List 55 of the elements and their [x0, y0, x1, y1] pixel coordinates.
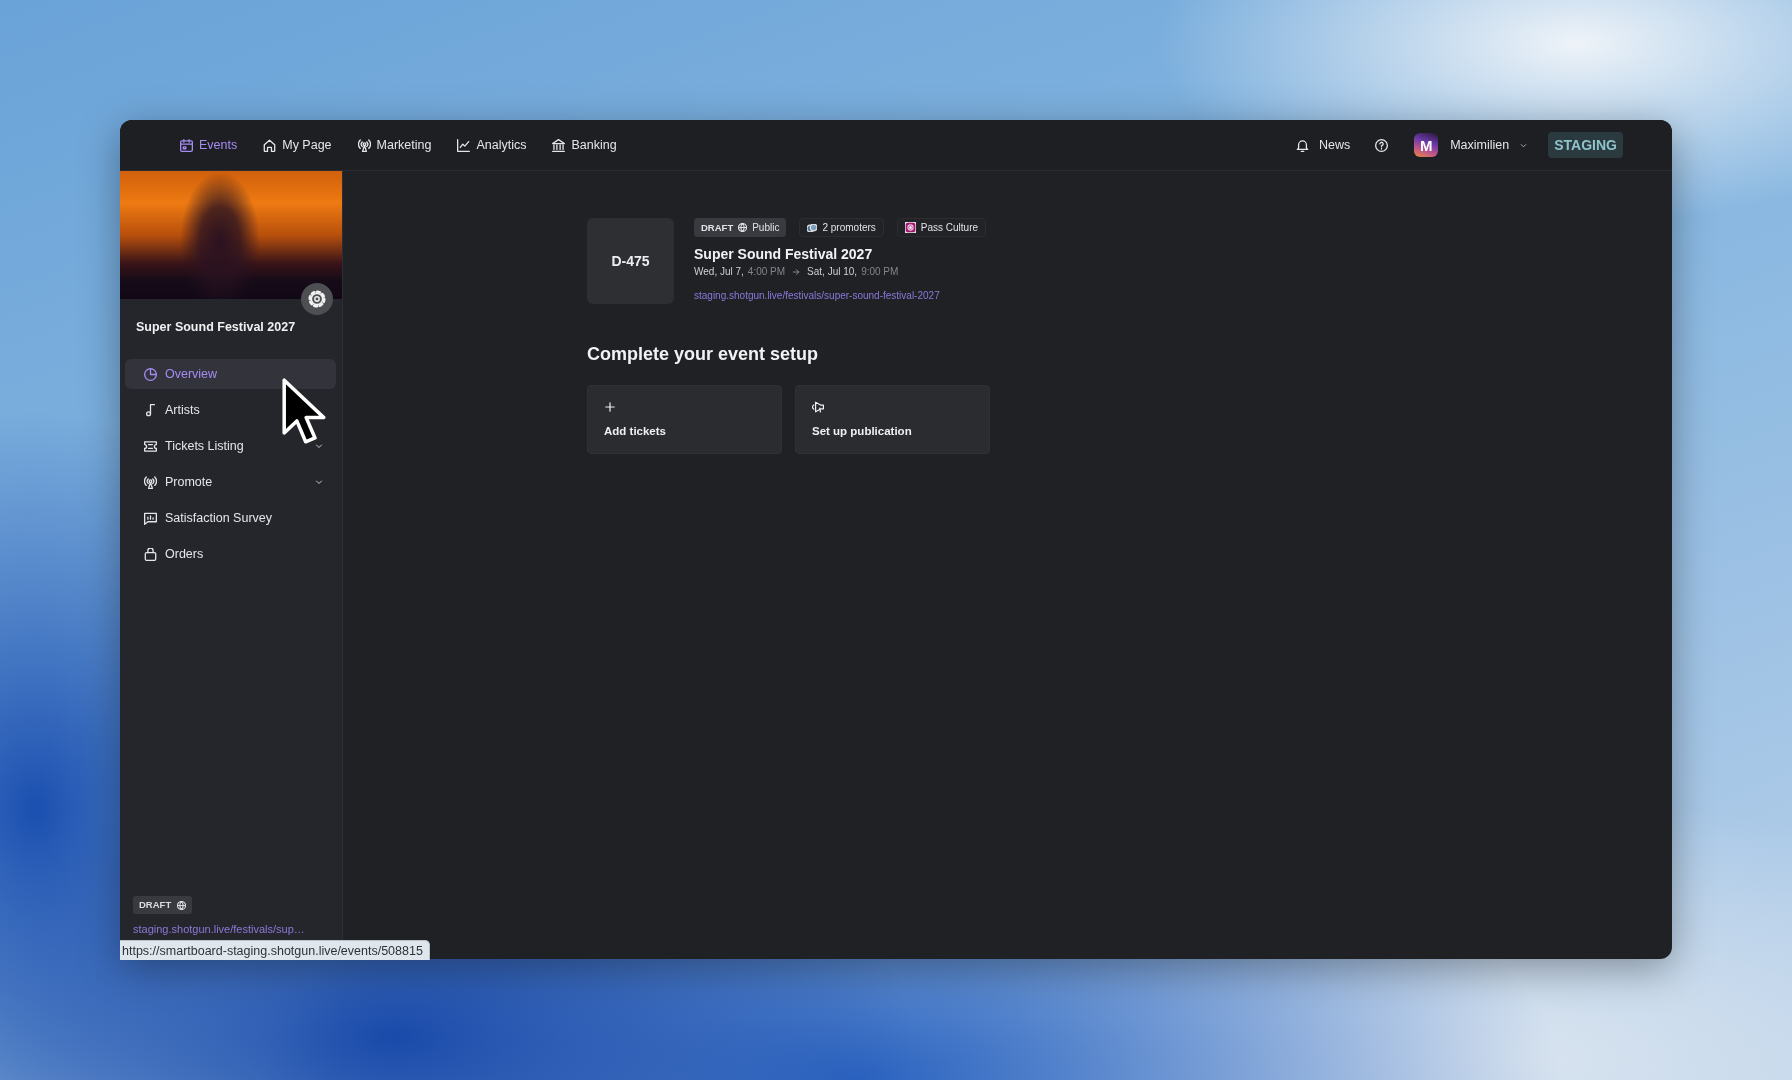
- setup-card[interactable]: Set up publication: [795, 385, 990, 454]
- news-button[interactable]: News: [1295, 134, 1351, 156]
- arrow-right-icon: [792, 268, 801, 276]
- event-link[interactable]: staging.shotgun.live/festivals/sup…: [133, 922, 332, 936]
- ticket-icon: [144, 439, 157, 453]
- event-name: Super Sound Festival 2027: [135, 319, 297, 335]
- promoters-label: 2 promoters: [822, 221, 876, 234]
- visibility-label: Public: [752, 221, 780, 234]
- sidebar-item[interactable]: Orders: [125, 539, 336, 569]
- event-title: Super Sound Festival 2027: [694, 245, 874, 263]
- calendar-icon: [180, 138, 193, 152]
- line-chart-icon: [457, 138, 471, 152]
- partner-name: Pass Culture: [920, 221, 979, 234]
- status-label: DRAFT: [139, 899, 172, 911]
- globe-icon: [177, 900, 187, 910]
- megaphone-icon: [812, 401, 824, 413]
- message-chart-icon: [144, 511, 157, 525]
- nav-tab[interactable]: Events: [180, 134, 238, 156]
- logo-icon: [904, 222, 916, 233]
- mouse-pointer-icon: [282, 378, 326, 444]
- bank-icon: [552, 138, 566, 152]
- antenna-icon: [357, 138, 371, 152]
- help-icon[interactable]: [1375, 138, 1389, 152]
- sidebar-item[interactable]: Satisfaction Survey: [125, 503, 336, 533]
- plus-icon: [604, 401, 616, 413]
- sidebar-item[interactable]: Overview: [125, 359, 336, 389]
- countdown-tile: D-475: [587, 218, 674, 304]
- nav-tab[interactable]: Analytics: [457, 134, 527, 156]
- pie-chart-icon: [144, 367, 157, 381]
- sidebar-item[interactable]: Promote: [125, 467, 336, 497]
- nav-tab[interactable]: My Page: [263, 134, 332, 156]
- settings-button[interactable]: [301, 283, 333, 315]
- start-date: Wed, Jul 7,: [694, 266, 744, 278]
- nav-tab[interactable]: Marketing: [357, 134, 432, 156]
- user-avatar[interactable]: M: [1414, 133, 1439, 157]
- overlapping-circles-icon: [807, 223, 818, 232]
- status-label: DRAFT: [701, 221, 734, 234]
- link-preview: https://smartboard-staging.shotgun.live/events/508815: [120, 940, 430, 960]
- bell-icon: [1295, 138, 1309, 152]
- event-link[interactable]: staging.shotgun.live/festivals/super-sound-festival-2027: [694, 290, 987, 302]
- end-date: Sat, Jul 10,: [807, 266, 858, 278]
- antenna-icon: [144, 475, 157, 489]
- shopping-bag-icon: [144, 547, 157, 561]
- globe-icon: [738, 223, 748, 232]
- start-time: 4:00 PM: [747, 266, 786, 278]
- home-icon: [263, 138, 277, 152]
- sidebar-item[interactable]: Tickets Listing: [125, 431, 336, 461]
- nav-tab[interactable]: Banking: [552, 134, 617, 156]
- settings-icon: [308, 290, 326, 308]
- user-menu-button[interactable]: Maximilien: [1450, 134, 1529, 156]
- music-note-icon: [144, 403, 157, 417]
- section-heading: Complete your event setup: [587, 343, 820, 365]
- end-time: 9:00 PM: [861, 266, 899, 278]
- environment-badge: STAGING: [1548, 132, 1623, 158]
- setup-card[interactable]: Add tickets: [587, 385, 782, 454]
